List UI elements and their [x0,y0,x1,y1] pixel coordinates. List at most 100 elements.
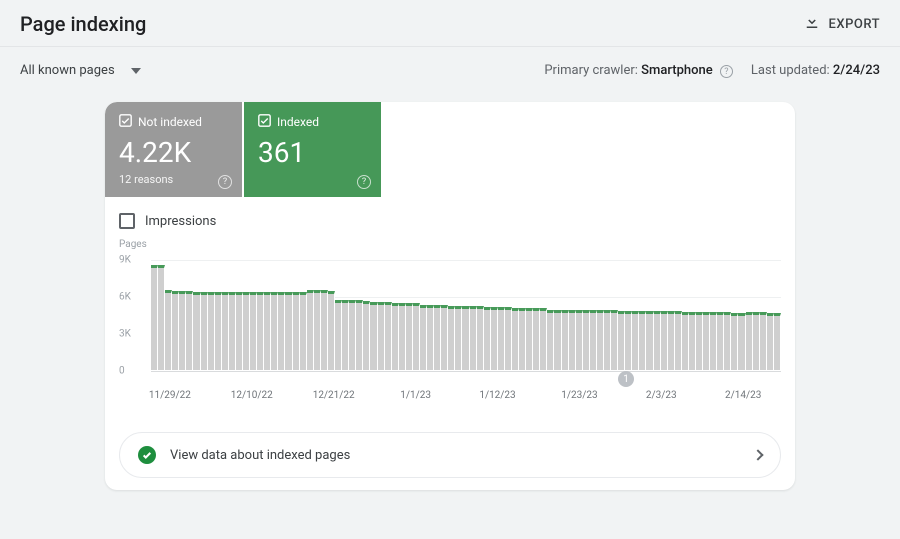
x-tick: 12/21/22 [313,390,355,401]
tile-not-indexed[interactable]: Not indexed 4.22K 12 reasons ? [105,102,242,197]
chart-bar [328,291,335,370]
chart-bar [632,311,639,370]
tile-indexed[interactable]: Indexed 361 ? [244,102,381,197]
chart-bar [271,292,278,370]
view-data-label: View data about indexed pages [170,448,350,463]
tile-indexed-value: 361 [258,136,367,169]
chart-bar [576,310,583,370]
chart-bar [526,308,533,370]
chart-bar [554,310,561,370]
chart-bar [186,291,193,370]
chart-bar [639,311,646,370]
export-label: EXPORT [829,17,880,32]
download-icon [803,13,821,35]
chart-bar [215,292,222,370]
check-circle-icon [138,446,156,464]
chart-bar [477,306,484,370]
chart-bar [753,312,760,370]
chart-bar [427,305,434,370]
x-tick: 2/14/23 [725,390,761,401]
chart-bar [562,310,569,370]
chart-bar [646,311,653,370]
chart-bar [363,301,370,370]
chart-bar [257,292,264,370]
x-axis: 11/29/22 12/10/22 12/21/22 1/1/23 1/12/2… [151,390,781,408]
chart-bar [569,310,576,370]
chart-bar [760,312,767,370]
chart-bar [470,306,477,370]
chart-bar [703,312,710,370]
chart-bar [682,312,689,370]
impressions-label: Impressions [145,214,216,229]
checkbox-checked-icon [258,114,271,130]
chart-bar [533,308,540,370]
chart-bar [746,312,753,370]
chart-bar [399,303,406,370]
chart-bar [724,312,731,370]
chart-bar [625,311,632,370]
checkbox-checked-icon [119,114,132,130]
chart-bar [158,265,165,370]
chart-bar [590,310,597,370]
indexing-card: Not indexed 4.22K 12 reasons ? Indexed 3… [105,102,795,490]
chart-bar [392,303,399,370]
chart-bar [661,311,668,370]
page-title: Page indexing [20,12,146,36]
help-icon[interactable]: ? [218,175,232,189]
chart-bar [547,310,554,370]
chart-bar [300,292,307,370]
chart-bar [335,300,342,370]
y-tick: 3K [119,329,131,340]
chart-bar [696,312,703,370]
chart-bar [222,292,229,370]
primary-crawler-info: Primary crawler: Smartphone ? [544,63,733,79]
chart-bar [278,292,285,370]
chart-bar [208,292,215,370]
x-tick: 12/10/22 [231,390,273,401]
chart-bar [710,312,717,370]
chart-bar [307,290,314,370]
chart-bar [264,292,271,370]
event-marker[interactable]: 1 [618,371,634,387]
page-filter-label: All known pages [20,63,115,78]
chart-bar [172,291,179,370]
chart-bar [491,307,498,370]
indexing-chart: 9K 6K 3K 0 1 [133,252,781,380]
chart-bar [193,292,200,370]
chart-bar [441,305,448,370]
help-icon[interactable]: ? [357,175,371,189]
x-tick: 1/23/23 [561,390,597,401]
impressions-checkbox[interactable] [119,213,135,229]
chart-bar [689,312,696,370]
chart-bar [385,302,392,370]
chart-bar [406,303,413,370]
chart-bar [236,292,243,370]
tile-not-indexed-sub: 12 reasons [119,173,228,186]
help-icon[interactable]: ? [720,65,733,78]
export-button[interactable]: EXPORT [803,13,880,35]
chart-bar [321,290,328,370]
chart-bar [583,310,590,370]
chevron-down-icon [131,63,141,78]
chart-bar [201,292,208,370]
x-tick: 1/1/23 [400,390,431,401]
chart-bar [604,310,611,370]
chart-bar [774,313,781,370]
y-tick: 0 [119,366,125,377]
y-tick: 6K [119,292,131,303]
chart-bar [378,302,385,370]
x-tick: 2/3/23 [646,390,677,401]
tile-not-indexed-value: 4.22K [119,136,228,169]
chart-bar [597,310,604,370]
chart-bar [462,306,469,370]
chart-bar [654,311,661,370]
chart-bar [767,313,774,370]
view-indexed-pages-button[interactable]: View data about indexed pages [119,432,781,478]
chart-bar [717,312,724,370]
chart-bar [738,313,745,370]
chart-bar [285,292,292,370]
chart-bar [448,306,455,370]
chart-bar [455,306,462,370]
x-tick: 1/12/23 [479,390,515,401]
page-filter-dropdown[interactable]: All known pages [12,59,149,82]
